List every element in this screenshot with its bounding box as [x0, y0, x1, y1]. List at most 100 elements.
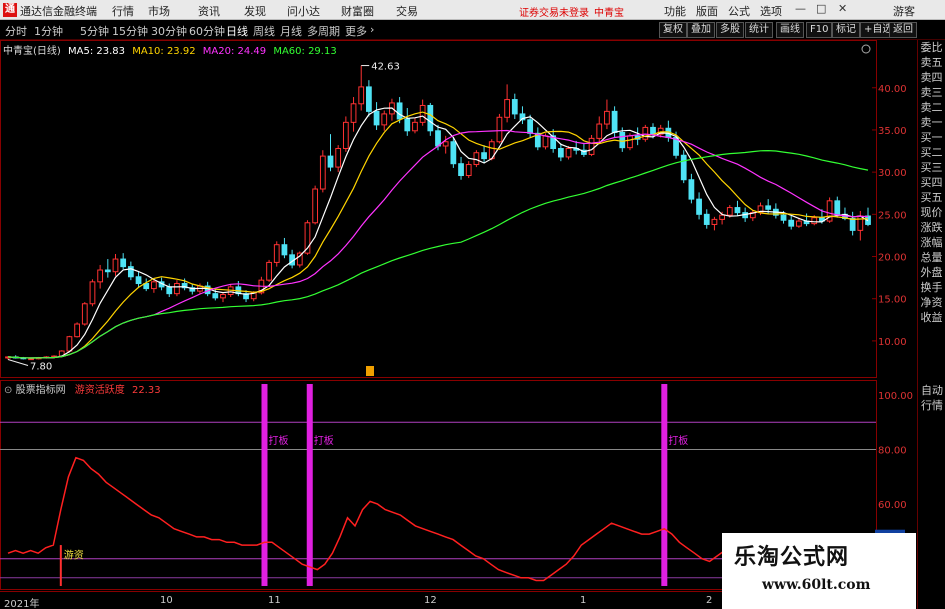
quote-field-1[interactable]: 卖五: [918, 55, 945, 70]
quote-field-15[interactable]: 外盘: [918, 265, 945, 280]
quote-field-0[interactable]: 委比: [918, 40, 945, 55]
quote-field-2[interactable]: 卖四: [918, 70, 945, 85]
menu-market[interactable]: 市场: [148, 3, 170, 19]
signal-label: 打板: [668, 434, 688, 447]
maximize-icon[interactable]: □: [816, 2, 826, 15]
quote-field-16[interactable]: 换手: [918, 280, 945, 295]
app-logo-icon: 通: [3, 3, 17, 17]
settings-icon[interactable]: [861, 44, 871, 54]
candle-body: [527, 119, 534, 134]
candle-body: [28, 358, 34, 361]
auto-button[interactable]: 自动: [918, 383, 945, 398]
menu-formula[interactable]: 公式: [728, 3, 750, 19]
draw-line-button[interactable]: 画线: [776, 22, 804, 38]
quote-field-14[interactable]: 总量: [918, 250, 945, 265]
menu-news[interactable]: 资讯: [198, 3, 220, 19]
indicator-name[interactable]: 股票指标网: [16, 385, 66, 396]
indicator-series-name: 游资活跃度: [74, 385, 125, 396]
indicator-legend: ⊙ 股票指标网 游资活跃度 22.33: [4, 381, 161, 396]
candle-body: [327, 155, 334, 168]
y-tick-label: 60.00: [878, 500, 907, 511]
quote-field-9[interactable]: 买四: [918, 175, 945, 190]
indicator-value: 22.33: [131, 385, 161, 396]
candle-body: [151, 281, 157, 290]
menu-trade[interactable]: 交易: [396, 3, 418, 19]
ma20-line: [7, 129, 869, 359]
candle-body: [481, 152, 487, 160]
signal-bar: [661, 384, 668, 586]
quote-field-3[interactable]: 卖三: [918, 85, 945, 100]
quotes-button[interactable]: 行情: [918, 398, 945, 413]
menu-function[interactable]: 功能: [664, 3, 686, 19]
multi-stock-button[interactable]: 多股: [716, 22, 744, 38]
quote-field-11[interactable]: 现价: [918, 205, 945, 220]
period-5min[interactable]: 5分钟: [80, 23, 109, 39]
adjust-button[interactable]: 复权: [659, 22, 687, 38]
x-tick-label: 10: [160, 595, 173, 606]
menu-discover[interactable]: 发现: [244, 3, 266, 19]
overlay-button[interactable]: 叠加: [687, 22, 715, 38]
quote-field-4[interactable]: 卖二: [918, 100, 945, 115]
period-30min[interactable]: 30分钟: [151, 23, 187, 39]
watermark-url: www.60lt.com: [762, 577, 871, 593]
quote-field-13[interactable]: 涨幅: [918, 235, 945, 250]
candle-body: [711, 218, 718, 225]
quote-field-7[interactable]: 买二: [918, 145, 945, 160]
login-status: 证券交易未登录: [519, 8, 589, 19]
chevron-right-icon[interactable]: ›: [370, 23, 374, 36]
period-tick[interactable]: 分时: [5, 23, 27, 39]
candle-body: [473, 152, 480, 166]
menu-wealth-circle[interactable]: 财富圈: [341, 3, 374, 19]
price-chart[interactable]: 10.00 15.00 20.00 25.00 30.00 35.00 40.00 42.63…: [0, 40, 916, 378]
menu-options[interactable]: 选项: [760, 3, 782, 19]
period-daily[interactable]: 日线: [226, 23, 248, 39]
candle-body: [66, 336, 73, 352]
quote-field-18[interactable]: 收益: [918, 310, 945, 325]
y-tick-label: 35.00: [878, 126, 907, 137]
quote-field-12[interactable]: 涨跌: [918, 220, 945, 235]
candle-body: [266, 261, 272, 281]
chart-legend: 中青宝(日线) MA5: 23.83 MA10: 23.92 MA20: 24.…: [3, 42, 337, 57]
period-multi[interactable]: 多周期: [307, 23, 340, 39]
menu-xiaoda[interactable]: 问小达: [287, 3, 320, 19]
y-tick-label: 25.00: [878, 210, 907, 221]
quote-field-10[interactable]: 买五: [918, 190, 945, 205]
quote-field-17[interactable]: 净资: [918, 295, 945, 310]
indicator-toggle-icon[interactable]: ⊙: [4, 385, 12, 396]
candle-body: [442, 141, 449, 147]
quote-field-6[interactable]: 买一: [918, 130, 945, 145]
event-marker-icon[interactable]: [366, 366, 374, 376]
candle-body: [611, 110, 618, 133]
ma5-label: MA5: 23.83: [68, 46, 126, 57]
signal-bar: [306, 384, 313, 586]
candle-body: [542, 135, 549, 148]
period-weekly[interactable]: 周线: [253, 23, 275, 39]
close-icon[interactable]: ✕: [838, 2, 847, 15]
y-tick-label: 30.00: [878, 168, 907, 179]
stats-button[interactable]: 统计: [745, 22, 773, 38]
candle-body: [849, 218, 856, 231]
quote-field-5[interactable]: 卖一: [918, 115, 945, 130]
high-price-label: 42.63: [371, 62, 400, 73]
back-button[interactable]: 返回: [889, 22, 917, 38]
f10-button[interactable]: F10: [806, 22, 833, 38]
period-1min[interactable]: 1分钟: [34, 23, 63, 39]
quote-sidebar: 委比 卖五 卖四 卖三 卖二 卖一 买一 买二 买三 买四 买五 现价 涨跌 涨幅 总量 外盘 换手 净资 收益 自…: [917, 40, 945, 609]
period-15min[interactable]: 15分钟: [112, 23, 148, 39]
guest-label[interactable]: 游客: [893, 3, 915, 19]
period-60min[interactable]: 60分钟: [189, 23, 225, 39]
menu-layout[interactable]: 版面: [696, 3, 718, 19]
menu-quotes[interactable]: 行情: [112, 3, 134, 19]
period-monthly[interactable]: 月线: [280, 23, 302, 39]
quote-field-8[interactable]: 买三: [918, 160, 945, 175]
candle-body: [212, 293, 219, 299]
period-more[interactable]: 更多: [345, 23, 367, 39]
candle-body: [412, 121, 418, 132]
candle-body: [166, 286, 173, 295]
candle-body: [696, 198, 702, 215]
minimize-icon[interactable]: —: [795, 2, 806, 15]
candle-body: [504, 99, 510, 118]
mark-button[interactable]: 标记: [832, 22, 860, 38]
signal-label: 打板: [268, 434, 288, 447]
quote-field-list: 委比 卖五 卖四 卖三 卖二 卖一 买一 买二 买三 买四 买五 现价 涨跌 涨幅 总量 外盘 换手 净资 收益: [918, 40, 945, 325]
